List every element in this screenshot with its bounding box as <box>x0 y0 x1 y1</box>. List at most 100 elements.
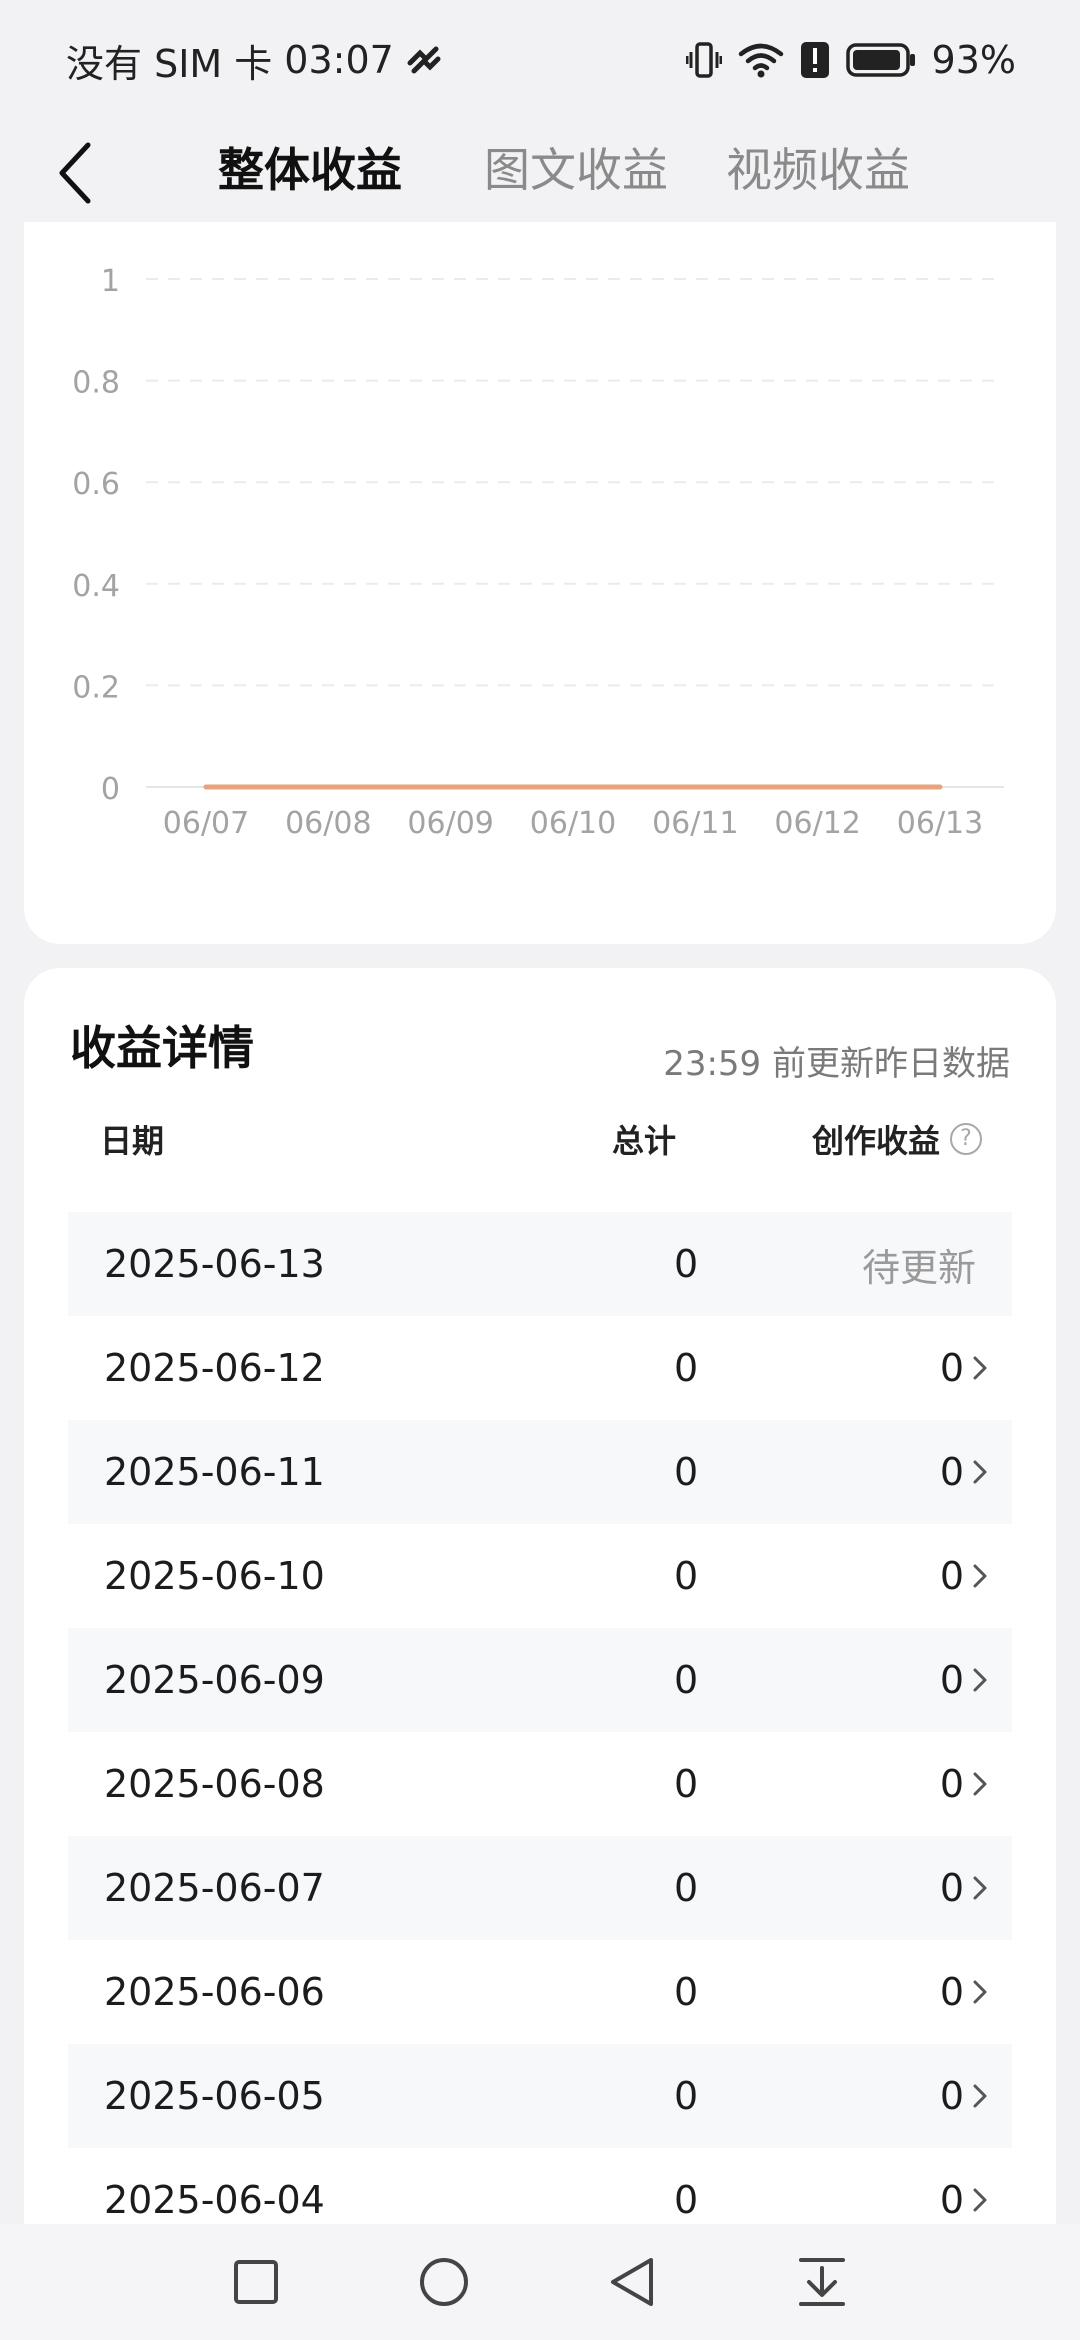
row-date: 2025-06-08 <box>104 1762 325 1806</box>
chevron-right-icon[interactable] <box>972 1562 988 1590</box>
data-point <box>938 785 942 789</box>
earnings-details-card: 收益详情 23:59 前更新昨日数据 日期 总计 创作收益 ? 2025-06-… <box>24 968 1056 2340</box>
row-date: 2025-06-13 <box>104 1242 325 1286</box>
table-row[interactable]: 2025-06-08 0 0 <box>68 1732 1012 1836</box>
chevron-right-icon[interactable] <box>972 1666 988 1694</box>
carrier-text: 没有 SIM 卡 <box>66 41 273 86</box>
row-creation: 0 <box>940 1554 988 1598</box>
row-date: 2025-06-06 <box>104 1970 325 2014</box>
header-creation-label: 创作收益 <box>811 1122 940 1160</box>
row-creation: 0 <box>940 1658 988 1702</box>
update-note: 23:59 前更新昨日数据 <box>663 1044 1010 1084</box>
row-date: 2025-06-12 <box>104 1346 325 1390</box>
row-total: 0 <box>674 1450 699 1494</box>
back-arrow-icon[interactable] <box>44 138 104 208</box>
row-creation: 0 <box>940 2178 988 2222</box>
row-creation: 0 <box>940 1866 988 1910</box>
row-total: 0 <box>674 1658 699 1702</box>
chevron-right-icon[interactable] <box>972 2186 988 2214</box>
row-creation: 0 <box>940 1346 988 1390</box>
y-tick-label: 0 <box>101 772 120 807</box>
row-date: 2025-06-09 <box>104 1658 325 1702</box>
row-date: 2025-06-05 <box>104 2074 325 2118</box>
triangle-back-icon[interactable] <box>604 2254 660 2310</box>
tab-article-earnings[interactable]: 图文收益 <box>484 130 668 210</box>
row-creation: 0 <box>940 1450 988 1494</box>
pull-down-icon[interactable] <box>794 2254 850 2310</box>
x-tick-label: 06/12 <box>774 806 860 841</box>
data-point <box>326 785 331 789</box>
row-total: 0 <box>674 2074 699 2118</box>
header-creation: 创作收益 ? <box>812 1116 982 1162</box>
details-table: 2025-06-13 0 待更新 2025-06-12 0 0 2025-06-11 0 0 20… <box>68 1212 1012 2252</box>
y-tick-label: 0.4 <box>72 569 120 604</box>
row-creation-value: 待更新 <box>861 1245 976 1290</box>
row-total: 0 <box>674 1554 699 1598</box>
row-creation-value: 0 <box>939 1866 964 1910</box>
alert-icon <box>800 41 830 79</box>
x-tick-label: 06/09 <box>407 806 493 841</box>
row-total: 0 <box>674 1242 699 1286</box>
row-total: 0 <box>674 1762 699 1806</box>
row-creation-value: 0 <box>939 2074 964 2118</box>
earnings-line-chart: 0 0.2 0.4 0.6 0.8 1 06/07 06/08 06/09 06/10 06/11 0… <box>72 264 1004 841</box>
row-creation-value: 0 <box>939 1970 964 2014</box>
row-date: 2025-06-10 <box>104 1554 325 1598</box>
row-creation-value: 0 <box>939 1346 964 1390</box>
earnings-chart-card: 0 0.2 0.4 0.6 0.8 1 06/07 06/08 06/09 06/10 06/11 0… <box>24 222 1056 944</box>
data-point <box>204 785 208 789</box>
y-tick-label: 0.2 <box>72 670 120 705</box>
row-creation: 待更新 <box>862 1237 976 1292</box>
data-point <box>815 785 820 789</box>
circle-home-icon[interactable] <box>416 2254 472 2310</box>
chevron-right-icon[interactable] <box>972 1874 988 1902</box>
tab-video-earnings[interactable]: 视频收益 <box>726 130 910 210</box>
row-total: 0 <box>674 1346 699 1390</box>
x-tick-label: 06/13 <box>897 806 983 841</box>
y-tick-label: 0.8 <box>72 366 120 401</box>
row-creation-value: 0 <box>939 1658 964 1702</box>
row-date: 2025-06-11 <box>104 1450 325 1494</box>
table-row[interactable]: 2025-06-12 0 0 <box>68 1316 1012 1420</box>
table-row: 2025-06-13 0 待更新 <box>68 1212 1012 1316</box>
x-tick-label: 06/07 <box>163 806 249 841</box>
data-point <box>448 785 453 789</box>
details-title: 收益详情 <box>70 1021 254 1075</box>
row-creation-value: 0 <box>939 1554 964 1598</box>
clock-text: 03:07 <box>284 38 394 82</box>
table-row[interactable]: 2025-06-11 0 0 <box>68 1420 1012 1524</box>
row-creation: 0 <box>940 1762 988 1806</box>
chevron-right-icon[interactable] <box>972 1770 988 1798</box>
row-total: 0 <box>674 1866 699 1910</box>
data-point <box>571 785 575 789</box>
x-tick-label: 06/08 <box>285 806 371 841</box>
table-row[interactable]: 2025-06-07 0 0 <box>68 1836 1012 1940</box>
row-date: 2025-06-07 <box>104 1866 325 1910</box>
top-navigation: 整体收益 图文收益 视频收益 <box>0 120 1080 224</box>
chevron-right-icon[interactable] <box>972 1354 988 1382</box>
status-bar: 没有 SIM 卡 03:07 93% <box>0 0 1080 120</box>
row-date: 2025-06-04 <box>104 2178 325 2222</box>
table-row[interactable]: 2025-06-06 0 0 <box>68 1940 1012 2044</box>
tab-overall-earnings[interactable]: 整体收益 <box>218 130 402 210</box>
battery-text: 93% <box>931 38 1016 82</box>
help-circle-icon[interactable]: ? <box>950 1123 982 1155</box>
link-icon <box>406 45 442 75</box>
row-creation-value: 0 <box>939 1450 964 1494</box>
table-row[interactable]: 2025-06-10 0 0 <box>68 1524 1012 1628</box>
square-recents-icon[interactable] <box>228 2254 284 2310</box>
table-row[interactable]: 2025-06-05 0 0 <box>68 2044 1012 2148</box>
y-tick-label: 0.6 <box>72 467 120 502</box>
data-point <box>693 785 698 789</box>
chevron-right-icon[interactable] <box>972 1458 988 1486</box>
table-row[interactable]: 2025-06-09 0 0 <box>68 1628 1012 1732</box>
header-date: 日期 <box>100 1122 165 1160</box>
chevron-right-icon[interactable] <box>972 2082 988 2110</box>
x-tick-label: 06/10 <box>530 806 616 841</box>
battery-icon <box>845 42 916 78</box>
vibrate-icon <box>685 40 722 80</box>
chevron-right-icon[interactable] <box>972 1978 988 2006</box>
status-bar-left: 没有 SIM 卡 03:07 <box>66 33 442 88</box>
status-bar-right: 93% <box>685 38 1016 82</box>
y-tick-label: 1 <box>101 264 120 299</box>
